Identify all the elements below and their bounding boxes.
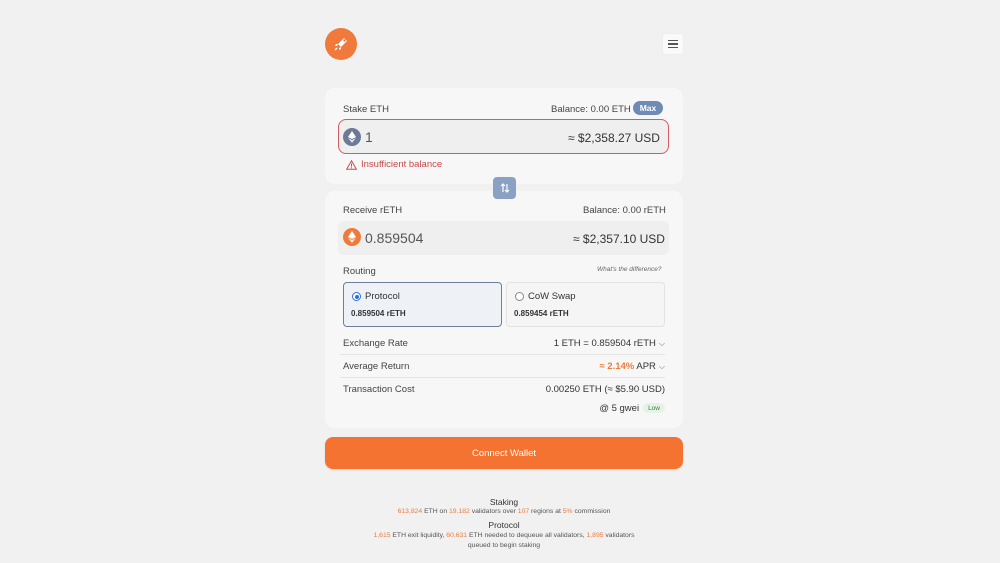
route-name: Protocol: [365, 291, 400, 302]
rocket-logo-icon[interactable]: [325, 28, 357, 60]
average-return-unit: APR: [636, 361, 656, 372]
staking-stats: 613,824 ETH on 19,182 validators over 10…: [0, 507, 1000, 517]
swap-arrows-icon: [500, 183, 509, 193]
connect-wallet-button[interactable]: Connect Wallet: [325, 437, 683, 469]
radio-unselected-icon[interactable]: [515, 292, 524, 301]
warning-icon: [346, 159, 357, 170]
stat-text: validators: [603, 532, 635, 539]
validator-count: 19,182: [449, 508, 470, 515]
routing-label: Routing: [343, 266, 376, 277]
stat-text: ETH on: [422, 508, 450, 515]
region-count: 107: [517, 508, 530, 515]
stake-amount-value[interactable]: 1: [365, 129, 373, 145]
chevron-down-icon[interactable]: ⌵: [659, 362, 665, 372]
transaction-cost-value: 0.00250 ETH (≈ $5.90 USD): [545, 384, 665, 395]
reth-token-icon: [343, 228, 361, 246]
receive-usd-value: ≈ $2,357.10 USD: [573, 232, 665, 246]
stake-usd-value: ≈ $2,358.27 USD: [568, 131, 660, 145]
stat-text: ETH needed to dequeue all validators,: [467, 532, 587, 539]
route-value: 0.859504 rETH: [351, 309, 406, 318]
staked-eth: 613,824: [397, 508, 423, 515]
insufficient-balance-error: Insufficient balance: [346, 159, 442, 170]
hamburger-menu-icon[interactable]: [662, 33, 684, 55]
exchange-rate-label: Exchange Rate: [343, 338, 408, 349]
whats-the-difference-link[interactable]: What's the difference?: [597, 266, 661, 273]
route-name: CoW Swap: [528, 291, 576, 302]
divider: [340, 377, 665, 378]
average-return-value: ≈ 2.14%: [599, 361, 635, 372]
gas-price-row: @ 5 gwei Low: [599, 403, 665, 414]
receive-amount-value: 0.859504: [365, 230, 424, 246]
receive-balance: Balance: 0.00 rETH: [583, 205, 666, 216]
gas-price-value: @ 5 gwei: [599, 403, 640, 414]
protocol-stats: 1,615 ETH exit liquidity, 60,631 ETH nee…: [0, 531, 1000, 541]
transaction-cost-label: Transaction Cost: [343, 384, 415, 395]
eth-token-icon: [343, 128, 361, 146]
stat-text: commission: [572, 508, 611, 515]
exchange-rate-value: 1 ETH = 0.859504 rETH: [553, 338, 656, 349]
divider: [340, 354, 665, 355]
max-button[interactable]: Max: [633, 101, 663, 115]
dequeue-needed: 60,631: [446, 532, 468, 539]
stake-balance: Balance: 0.00 ETH: [551, 104, 631, 115]
commission-value: 5%: [562, 508, 573, 515]
chevron-down-icon[interactable]: ⌵: [659, 339, 665, 349]
gas-low-badge: Low: [643, 403, 665, 414]
route-value: 0.859454 rETH: [514, 309, 569, 318]
protocol-stats-line2: queued to begin staking: [467, 542, 541, 549]
average-return-row[interactable]: ≈ 2.14% APR ⌵: [599, 361, 665, 372]
stat-text: validators over: [469, 508, 518, 515]
average-return-label: Average Return: [343, 361, 410, 372]
swap-direction-button[interactable]: [493, 177, 516, 199]
protocol-title: Protocol: [488, 520, 520, 530]
radio-selected-icon[interactable]: [352, 292, 361, 301]
receive-label: Receive rETH: [343, 205, 403, 216]
stat-text: regions at: [529, 508, 563, 515]
route-option-protocol[interactable]: Protocol 0.859504 rETH: [343, 282, 502, 327]
exchange-rate-row[interactable]: 1 ETH = 0.859504 rETH ⌵: [554, 338, 665, 349]
exit-liquidity: 1,615: [373, 532, 391, 539]
stake-label: Stake ETH: [343, 104, 389, 115]
queued-validators: 1,895: [586, 532, 604, 539]
error-text: Insufficient balance: [361, 159, 443, 170]
staking-title: Staking: [489, 497, 519, 507]
route-option-cowswap[interactable]: CoW Swap 0.859454 rETH: [506, 282, 665, 327]
stat-text: ETH exit liquidity,: [390, 532, 447, 539]
